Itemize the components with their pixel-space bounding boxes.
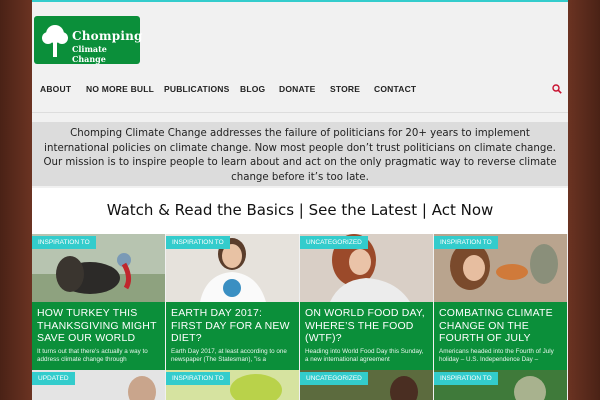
post-excerpt: Heading into World Food Day this Sunday,… (305, 348, 424, 363)
nav-contact[interactable]: CONTACT (374, 84, 416, 94)
right-frame (568, 0, 600, 400)
nav-store[interactable]: STORE (330, 84, 360, 94)
category-tag[interactable]: Inspiration to (434, 372, 498, 385)
left-frame (0, 0, 32, 400)
post-title[interactable]: Combating Climate Change on the Fourth o… (439, 307, 562, 345)
post-card[interactable]: Inspiration to (166, 370, 299, 400)
post-header: How Turkey This Thanksgiving Might Save … (32, 302, 165, 370)
post-card[interactable]: Inspiration to Combating Climate Change … (434, 234, 567, 370)
post-title[interactable]: Earth Day 2017: First Day for a New Diet… (171, 307, 294, 345)
category-tag[interactable]: Uncategorized (300, 372, 368, 385)
post-header: Earth Day 2017: First Day for a New Diet… (166, 302, 299, 370)
category-tag[interactable]: Inspiration to (166, 372, 230, 385)
post-card[interactable]: Inspiration to Earth Day 2017: First Day… (166, 234, 299, 370)
nav-blog[interactable]: BLOG (240, 84, 265, 94)
search-icon[interactable] (552, 84, 562, 94)
page: Chomping Climate Change ABOUT NO MORE BU… (32, 2, 568, 400)
call-to-action[interactable]: Watch & Read the Basics | See the Latest… (32, 188, 568, 234)
category-tag[interactable]: Inspiration to (166, 236, 230, 249)
nav-publications[interactable]: PUBLICATIONS (164, 84, 230, 94)
post-card[interactable]: Inspiration to (434, 370, 567, 400)
tree-icon (42, 25, 68, 57)
nav-divider (32, 112, 568, 113)
post-header: On World Food Day, Where’s the Food (WTF… (300, 302, 433, 370)
post-excerpt: It turns out that there's actually a way… (37, 348, 148, 363)
main-nav: ABOUT NO MORE BULL PUBLICATIONS BLOG DON… (32, 76, 568, 104)
brand-line1: Chomping (72, 29, 143, 43)
brand-line2: Climate Change (72, 44, 107, 64)
category-tag[interactable]: Inspiration to (434, 236, 498, 249)
post-title[interactable]: How Turkey This Thanksgiving Might Save … (37, 307, 160, 345)
post-header: Combating Climate Change on the Fourth o… (434, 302, 567, 370)
category-tag[interactable]: Uncategorized (300, 236, 368, 249)
nav-no-more-bull[interactable]: NO MORE BULL (86, 84, 154, 94)
nav-about[interactable]: ABOUT (40, 84, 71, 94)
post-title[interactable]: On World Food Day, Where’s the Food (WTF… (305, 307, 428, 345)
category-tag[interactable]: Inspiration to (32, 236, 96, 249)
site-logo[interactable]: Chomping Climate Change (34, 16, 143, 64)
post-excerpt: Earth Day 2017, at least according to on… (171, 348, 287, 363)
post-card[interactable]: Updated (32, 370, 165, 400)
post-card[interactable]: Uncategorized On World Food Day, Where’s… (300, 234, 433, 370)
category-tag[interactable]: Updated (32, 372, 75, 385)
post-card[interactable]: Uncategorized (300, 370, 433, 400)
nav-donate[interactable]: DONATE (279, 84, 315, 94)
post-card[interactable]: Inspiration to How Turkey This Thanksgiv… (32, 234, 165, 370)
post-excerpt: Americans headed into the Fourth of July… (439, 348, 554, 363)
mission-statement: Chomping Climate Change addresses the fa… (32, 122, 568, 186)
